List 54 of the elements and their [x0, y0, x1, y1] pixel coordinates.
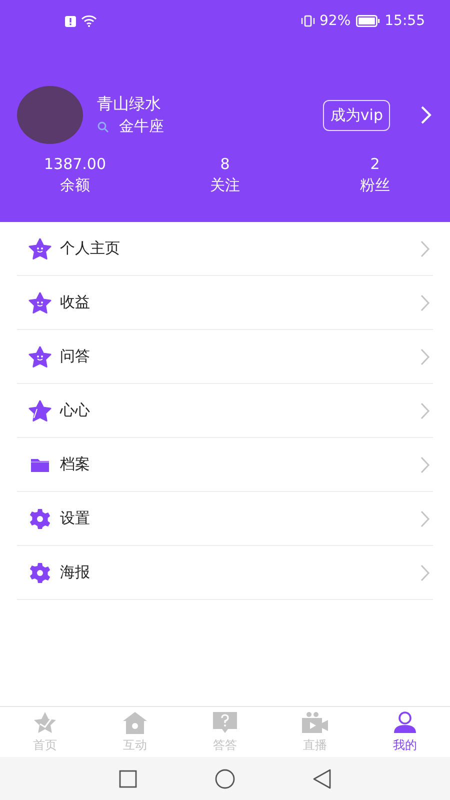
- star-icon: [28, 292, 52, 314]
- home-icon[interactable]: [215, 768, 235, 788]
- alert-icon: [65, 16, 76, 26]
- stat-label: 粉丝: [360, 175, 390, 196]
- settings-icon: [28, 508, 52, 530]
- stat-label: 余额: [60, 175, 90, 196]
- folder-icon: [28, 456, 52, 472]
- menu-item[interactable]: 心心: [17, 384, 433, 438]
- menu-label: 海报: [60, 563, 90, 582]
- menu-label: 心心: [60, 401, 90, 420]
- menu-item[interactable]: 海报: [17, 546, 433, 600]
- stat-value: 8: [220, 154, 230, 175]
- chevron-right-icon: [420, 348, 430, 366]
- person-icon: [392, 710, 418, 734]
- chevron-right-icon[interactable]: [420, 105, 432, 125]
- menu-item[interactable]: 档案: [17, 438, 433, 492]
- menu-label: 问答: [60, 347, 90, 366]
- menu-label: 收益: [60, 293, 90, 312]
- chevron-right-icon: [420, 564, 430, 582]
- vibrate-icon: [300, 15, 315, 27]
- stat-label: 关注: [210, 175, 240, 196]
- back-icon[interactable]: [313, 768, 331, 788]
- tab-item[interactable]: 我的: [360, 707, 450, 757]
- battery-icon: [356, 15, 380, 27]
- star-icon: [28, 238, 52, 260]
- menu-item[interactable]: 个人主页: [17, 222, 433, 276]
- settings-icon: [28, 562, 52, 584]
- video-camera-icon: [301, 710, 329, 734]
- star-icon: [32, 710, 58, 734]
- stat-value: 1387.00: [44, 154, 106, 175]
- menu-item[interactable]: 收益: [17, 276, 433, 330]
- menu-item[interactable]: 问答: [17, 330, 433, 384]
- chevron-right-icon: [420, 240, 430, 258]
- zodiac-sign: 金牛座: [119, 117, 164, 136]
- star-icon: [28, 346, 52, 368]
- vip-button[interactable]: 成为vip: [323, 100, 390, 130]
- house-icon: [122, 710, 148, 734]
- menu-label: 设置: [60, 509, 90, 528]
- chevron-right-icon: [420, 402, 430, 420]
- chevron-right-icon: [420, 456, 430, 474]
- wifi-icon: [81, 15, 97, 27]
- clock-time: 15:55: [384, 13, 425, 29]
- stat-value: 2: [370, 154, 380, 175]
- recent-apps-icon[interactable]: [119, 770, 137, 788]
- battery-percent: 92%: [320, 13, 351, 29]
- user-name: 青山绿水: [97, 94, 162, 115]
- menu-label: 个人主页: [60, 239, 120, 258]
- star-icon: [28, 400, 52, 422]
- question-bubble-icon: [212, 710, 238, 734]
- menu-item[interactable]: 设置: [17, 492, 433, 546]
- chevron-right-icon: [420, 510, 430, 528]
- menu-label: 档案: [60, 455, 90, 474]
- chevron-right-icon: [420, 294, 430, 312]
- search-icon: [97, 120, 109, 132]
